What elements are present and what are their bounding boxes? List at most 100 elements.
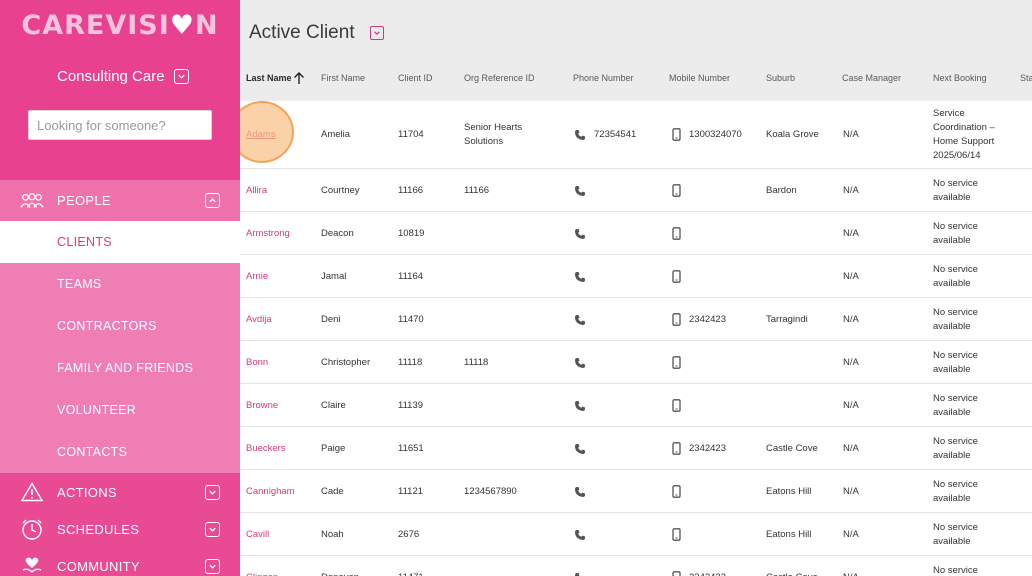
next-booking-line2: available: [933, 192, 971, 203]
client-last-name-link[interactable]: Allira: [246, 185, 267, 196]
mobile-icon[interactable]: [672, 399, 681, 417]
chevron-down-icon[interactable]: [205, 484, 220, 500]
logo-text-end: N: [195, 10, 219, 41]
phone-icon[interactable]: [574, 128, 586, 146]
table-row[interactable]: Bonn Christopher 11118 11118 N/A No service av…: [240, 341, 1032, 384]
table-row[interactable]: Cannigham Cade 11121 1234567890 Eatons Hill N…: [240, 470, 1032, 513]
mobile-icon[interactable]: [672, 313, 681, 331]
column-header-first-name[interactable]: First Name: [321, 73, 365, 83]
nav-contacts[interactable]: CONTACTS: [0, 431, 240, 473]
page-title: Active Client: [249, 22, 355, 43]
phone-icon[interactable]: [574, 227, 586, 245]
client-last-name-link[interactable]: Cavill: [246, 529, 269, 540]
mobile-number: 2342423: [689, 314, 726, 325]
table-row[interactable]: Browne Claire 11139 N/A No service available: [240, 384, 1032, 427]
phone-icon[interactable]: [574, 184, 586, 202]
column-header-last-name[interactable]: Last Name: [246, 73, 292, 83]
chevron-down-icon[interactable]: [205, 559, 220, 574]
client-first-name: Christopher: [321, 357, 371, 368]
suburb: Eatons Hill: [766, 486, 812, 497]
column-header-suburb[interactable]: Suburb: [766, 73, 795, 83]
suburb: Bardon: [766, 185, 797, 196]
nav-volunteer[interactable]: VOLUNTEER: [0, 389, 240, 431]
mobile-icon[interactable]: [672, 442, 681, 460]
phone-icon[interactable]: [574, 313, 586, 331]
client-last-name-link[interactable]: Arnie: [246, 271, 268, 282]
table-row[interactable]: Clingan Donovan 11471 2342423 Castle Cove N/A…: [240, 556, 1032, 576]
column-header-status[interactable]: Sta: [1020, 73, 1032, 83]
column-header-phone-number[interactable]: Phone Number: [573, 73, 634, 83]
chevron-up-icon[interactable]: [205, 193, 220, 208]
mobile-icon[interactable]: [672, 356, 681, 374]
column-header-next-booking[interactable]: Next Booking: [933, 73, 987, 83]
suburb: Castle Cove: [766, 443, 818, 454]
client-last-name-link[interactable]: Armstrong: [246, 228, 290, 239]
nav-actions[interactable]: ACTIONS: [0, 473, 240, 511]
client-first-name: Courtney: [321, 185, 360, 196]
org-name: Consulting Care: [57, 68, 165, 85]
nav-clients[interactable]: CLIENTS: [0, 221, 240, 263]
client-last-name-link[interactable]: Clingan: [246, 572, 278, 576]
client-last-name-link[interactable]: Bonn: [246, 357, 268, 368]
mobile-icon[interactable]: [672, 227, 681, 245]
nav-schedules-label: SCHEDULES: [57, 522, 140, 537]
nav-teams[interactable]: TEAMS: [0, 263, 240, 305]
client-last-name-link[interactable]: Bueckers: [246, 443, 286, 454]
table-row[interactable]: Arnie Jamal 11164 N/A No service available: [240, 255, 1032, 298]
mobile-icon[interactable]: [672, 184, 681, 202]
case-manager: N/A: [843, 228, 859, 239]
next-booking-line2: available: [933, 450, 971, 461]
case-manager: N/A: [843, 443, 859, 454]
client-last-name-link[interactable]: Browne: [246, 400, 278, 411]
org-reference-id-line2: Solutions: [464, 136, 504, 147]
carevision-logo[interactable]: CAREVISI♥N: [0, 10, 240, 41]
column-header-client-id[interactable]: Client ID: [398, 73, 433, 83]
mobile-icon[interactable]: [672, 528, 681, 546]
next-booking-line1: No service: [933, 522, 978, 533]
table-header-area: Active Client Last Name First Name Clien…: [240, 0, 1032, 101]
mobile-icon[interactable]: [672, 270, 681, 288]
next-booking-line1: Service: [933, 108, 965, 119]
table-row[interactable]: AdamsAmelia11704Senior HeartsSolutions72…: [240, 101, 1032, 169]
sort-ascending-icon[interactable]: [293, 71, 305, 85]
table-row[interactable]: Avdija Deni 11470 2342423 Tarragindi N/A No se…: [240, 298, 1032, 341]
mobile-icon[interactable]: [672, 485, 681, 503]
org-selector[interactable]: Consulting Care: [57, 68, 189, 85]
client-first-name: Deni: [321, 314, 341, 325]
nav-schedules[interactable]: SCHEDULES: [0, 511, 240, 548]
phone-icon[interactable]: [574, 356, 586, 374]
client-first-name: Noah: [321, 529, 344, 540]
nav-contractors[interactable]: CONTRACTORS: [0, 305, 240, 347]
nav-community[interactable]: COMMUNITY: [0, 548, 240, 576]
mobile-icon[interactable]: [672, 128, 681, 146]
client-last-name-link[interactable]: Avdija: [246, 314, 272, 325]
column-header-mobile-number[interactable]: Mobile Number: [669, 73, 730, 83]
chevron-down-icon[interactable]: [370, 26, 384, 40]
phone-icon[interactable]: [574, 399, 586, 417]
next-booking-line1: No service: [933, 393, 978, 404]
client-id: 11471: [398, 572, 424, 576]
client-id: 11166: [398, 185, 424, 196]
client-last-name-link[interactable]: Cannigham: [246, 486, 295, 497]
phone-icon[interactable]: [574, 270, 586, 288]
table-row[interactable]: Cavill Noah 2676 Eatons Hill N/A No service av…: [240, 513, 1032, 556]
people-subnav: CLIENTS TEAMS CONTRACTORS FAMILY AND FRI…: [0, 221, 240, 473]
phone-icon[interactable]: [574, 528, 586, 546]
column-header-org-reference-id[interactable]: Org Reference ID: [464, 73, 535, 83]
phone-icon[interactable]: [574, 442, 586, 460]
client-first-name: Deacon: [321, 228, 354, 239]
chevron-down-icon[interactable]: [205, 522, 220, 537]
nav-family-and-friends[interactable]: FAMILY AND FRIENDS: [0, 347, 240, 389]
table-row[interactable]: Armstrong Deacon 10819 N/A No service availab…: [240, 212, 1032, 255]
client-first-name: Cade: [321, 486, 344, 497]
column-header-case-manager[interactable]: Case Manager: [842, 73, 901, 83]
search-input[interactable]: Looking for someone?: [28, 110, 212, 140]
table-row[interactable]: Bueckers Paige 11651 2342423 Castle Cove N/A N…: [240, 427, 1032, 470]
main-content: Active Client Last Name First Name Clien…: [240, 0, 1032, 576]
table-row[interactable]: Allira Courtney 11166 11166 Bardon N/A No serv…: [240, 169, 1032, 212]
phone-icon[interactable]: [574, 485, 586, 503]
phone-icon[interactable]: [574, 571, 586, 576]
nav-people[interactable]: PEOPLE: [0, 180, 240, 221]
mobile-icon[interactable]: [672, 571, 681, 576]
suburb: Koala Grove: [766, 129, 819, 140]
